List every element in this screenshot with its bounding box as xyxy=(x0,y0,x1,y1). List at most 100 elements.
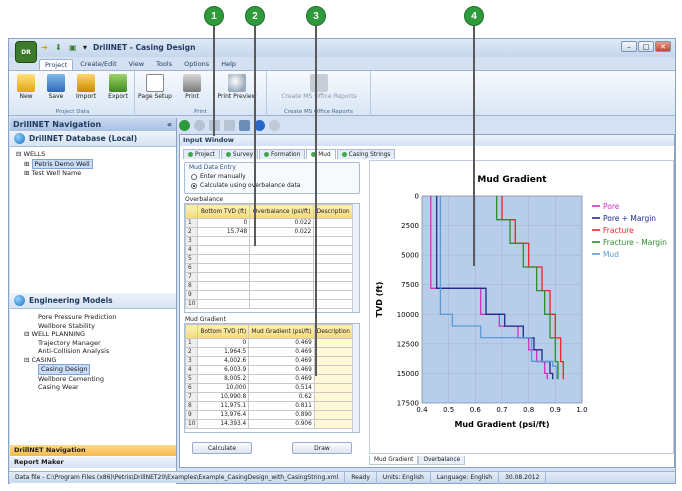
app-orb-button[interactable]: DR xyxy=(15,41,37,63)
table-cell[interactable] xyxy=(313,245,353,255)
tree-node-model[interactable]: Casing Design xyxy=(16,364,176,375)
table-cell[interactable] xyxy=(313,365,354,375)
create-ms-office-reports-button[interactable]: Create MS Office Reports xyxy=(271,74,367,100)
table-cell[interactable] xyxy=(249,281,315,291)
overbalance-scrollbar[interactable] xyxy=(352,204,359,312)
table-cell[interactable]: 8,005.2 xyxy=(197,374,250,384)
table-cell[interactable] xyxy=(249,263,315,273)
table-cell[interactable] xyxy=(313,356,354,366)
zoom-icon[interactable] xyxy=(269,119,280,131)
column-header[interactable]: Description xyxy=(313,324,354,339)
nav-bottom-report-maker[interactable]: Report Maker xyxy=(10,457,176,468)
menu-tools[interactable]: Tools xyxy=(151,59,177,70)
column-header[interactable]: Bottom TVD (ft) xyxy=(197,324,250,339)
table-cell[interactable]: 0.469 xyxy=(248,365,315,375)
table-cell[interactable]: 0.022 xyxy=(249,218,315,228)
quick-access-open-icon[interactable]: ➜ xyxy=(41,43,48,52)
nav-bottom-drillnet-navigation[interactable]: DrillNET Navigation xyxy=(10,445,176,456)
table-cell[interactable]: 0.469 xyxy=(248,374,315,384)
table-cell[interactable] xyxy=(313,410,354,420)
quick-access-export-icon[interactable]: ▣ xyxy=(69,43,77,52)
tree-node-model[interactable]: ⊟ CASING xyxy=(16,356,176,365)
tab-formation[interactable]: Formation xyxy=(259,149,306,159)
table-cell[interactable] xyxy=(197,281,251,291)
menu-view[interactable]: View xyxy=(124,59,149,70)
maximize-button[interactable]: □ xyxy=(638,41,654,52)
table-cell[interactable]: 14,393.4 xyxy=(197,419,250,429)
new-button[interactable]: New xyxy=(11,74,41,100)
table-cell[interactable] xyxy=(313,272,353,282)
table-cell[interactable] xyxy=(313,392,354,402)
table-cell[interactable]: 0.906 xyxy=(248,419,315,429)
table-cell[interactable] xyxy=(197,245,251,255)
database-header[interactable]: DrillNET Database (Local) xyxy=(10,131,176,147)
table-cell[interactable] xyxy=(249,236,315,246)
table-cell[interactable] xyxy=(313,227,353,237)
table-cell[interactable] xyxy=(197,263,251,273)
arrow-icon[interactable] xyxy=(194,119,205,131)
chart-tab-overbalance[interactable]: Overbalance xyxy=(418,456,466,465)
table-cell[interactable]: 4,002.6 xyxy=(197,356,250,366)
tree-node-model[interactable]: Pore Pressure Prediction xyxy=(16,313,176,322)
grid-icon[interactable] xyxy=(224,119,235,131)
table-cell[interactable] xyxy=(197,290,251,300)
table-cell[interactable] xyxy=(313,290,353,300)
table-cell[interactable] xyxy=(313,419,354,429)
table-cell[interactable] xyxy=(249,254,315,264)
table-cell[interactable]: 0 xyxy=(197,218,251,228)
tree-node-model[interactable]: Wellbore Cementing xyxy=(16,375,176,384)
table-cell[interactable]: 0.469 xyxy=(248,356,315,366)
table-cell[interactable]: 0.469 xyxy=(248,347,315,357)
table-cell[interactable] xyxy=(197,299,251,309)
column-header[interactable]: Overbalance (psi/ft) xyxy=(249,204,315,219)
tree-node-model[interactable]: ⊟ WELL PLANNING xyxy=(16,330,176,339)
mud-gradient-scrollbar[interactable] xyxy=(352,324,359,432)
table-cell[interactable] xyxy=(249,299,315,309)
radio-calculate-overbalance[interactable]: Calculate using overbalance data xyxy=(191,182,359,189)
table-cell[interactable]: 6,003.9 xyxy=(197,365,250,375)
table-cell[interactable] xyxy=(313,236,353,246)
table-cell[interactable] xyxy=(313,263,353,273)
table-cell[interactable] xyxy=(313,299,353,309)
export-button[interactable]: Export xyxy=(103,74,133,100)
radio-enter-manually[interactable]: Enter manually xyxy=(191,173,359,180)
calculate-button[interactable]: Calculate xyxy=(192,442,252,454)
table-cell[interactable] xyxy=(313,383,354,393)
tab-mud[interactable]: Mud xyxy=(306,149,336,159)
save-button[interactable]: Save xyxy=(41,74,71,100)
quick-access-dropdown-icon[interactable]: ▾ xyxy=(83,43,87,52)
tab-casing-strings[interactable]: Casing Strings xyxy=(336,149,396,159)
table-cell[interactable]: 0 xyxy=(197,338,250,348)
tree-node-petris-demo-well[interactable]: ⊞ Petris Demo Well xyxy=(16,158,176,169)
import-button[interactable]: Import xyxy=(71,74,101,100)
table-cell[interactable] xyxy=(197,272,251,282)
menu-help[interactable]: Help xyxy=(216,59,241,70)
table-cell[interactable]: 0.811 xyxy=(248,401,315,411)
collapse-nav-icon[interactable]: « xyxy=(167,118,172,131)
print-button[interactable]: Print xyxy=(175,74,209,100)
tree-node-model[interactable]: Wellbore Stability xyxy=(16,322,176,331)
table-cell[interactable] xyxy=(313,374,354,384)
table-cell[interactable]: 13,976.4 xyxy=(197,410,250,420)
table-cell[interactable] xyxy=(249,245,315,255)
quick-access-save-icon[interactable]: ⬇ xyxy=(55,43,62,52)
chart-tab-mud-gradient[interactable]: Mud Gradient xyxy=(369,456,419,465)
menu-options[interactable]: Options xyxy=(179,59,214,70)
tree-node-wells[interactable]: ⊟ WELLS xyxy=(16,150,176,159)
column-header[interactable]: Bottom TVD (ft) xyxy=(197,204,251,219)
table-cell[interactable]: 0.62 xyxy=(248,392,315,402)
table-cell[interactable]: 10,000 xyxy=(197,383,250,393)
table-cell[interactable]: 11,975.1 xyxy=(197,401,250,411)
menu-create-edit[interactable]: Create/Edit xyxy=(75,59,121,70)
table-cell[interactable] xyxy=(197,236,251,246)
table-cell[interactable] xyxy=(249,272,315,282)
run-icon[interactable] xyxy=(179,119,190,131)
table-cell[interactable]: 0.022 xyxy=(249,227,315,237)
table-cell[interactable]: 10,990.8 xyxy=(197,392,250,402)
table-cell[interactable] xyxy=(313,401,354,411)
page-setup-button[interactable]: Page Setup xyxy=(135,74,175,100)
tab-survey[interactable]: Survey xyxy=(220,149,259,159)
tree-node-test-well-name[interactable]: ⊞ Test Well Name xyxy=(16,169,176,178)
table-cell[interactable] xyxy=(313,338,354,348)
table-cell[interactable]: 0.890 xyxy=(248,410,315,420)
